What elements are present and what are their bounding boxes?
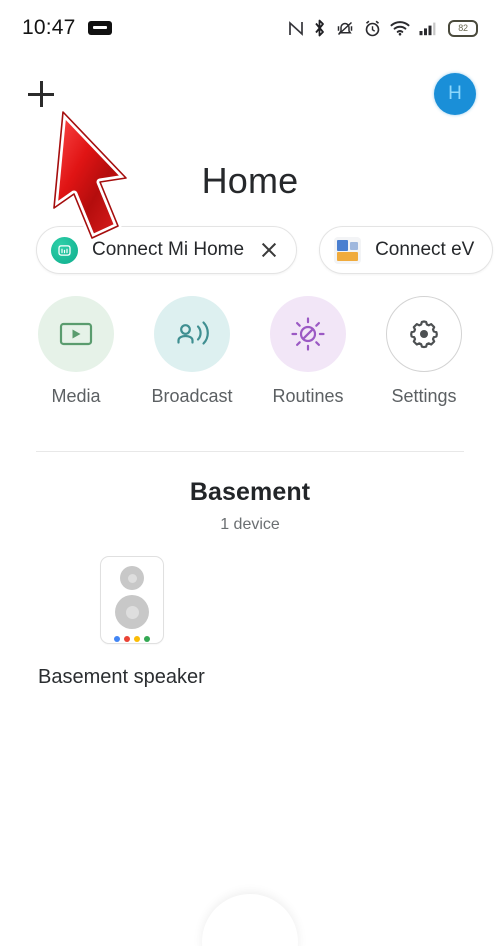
chip-connect-mi-home[interactable]: Connect Mi Home [36, 226, 298, 274]
room-device-count: 1 device [220, 516, 280, 533]
speaker-status-dots [114, 636, 150, 642]
battery-level-text: 82 [458, 23, 468, 33]
wifi-icon [390, 20, 410, 36]
status-bar-icons: 82 [288, 19, 478, 37]
section-divider [36, 451, 464, 452]
chip-label: Connect Mi Home [92, 239, 245, 260]
media-play-icon [38, 296, 114, 372]
avatar-initial: H [448, 83, 462, 104]
broadcast-icon [154, 296, 230, 372]
close-icon[interactable] [260, 241, 278, 259]
device-card[interactable]: Basement speaker [38, 556, 205, 689]
bluetooth-icon [313, 19, 326, 37]
quick-action-label: Broadcast [151, 386, 233, 406]
home-app-screen: 10:47 82 H Home Connect Mi Home Connect … [0, 0, 500, 946]
nfc-icon [288, 20, 304, 37]
signal-icon [419, 20, 439, 36]
smart-speaker-icon [100, 556, 164, 644]
app-top-bar: H [0, 62, 500, 126]
device-name: Basement speaker [38, 666, 205, 688]
status-bar: 10:47 82 [0, 0, 500, 56]
avatar[interactable]: H [434, 73, 476, 115]
gear-icon [386, 296, 462, 372]
chip-label: Connect eV [375, 239, 475, 260]
routines-sun-icon [270, 296, 346, 372]
quick-action-settings[interactable]: Settings [376, 296, 472, 407]
evvr-app-icon [334, 236, 362, 264]
chip-connect-evvr[interactable]: Connect eV [319, 226, 494, 274]
battery-icon: 82 [448, 19, 478, 37]
status-bar-clock: 10:47 [22, 16, 76, 39]
google-assistant-icon[interactable] [202, 894, 298, 946]
quick-actions-row: Media Broadcast Routines Settings [0, 296, 500, 407]
alarm-icon [364, 20, 381, 37]
quick-action-label: Settings [391, 386, 457, 406]
mi-home-icon [51, 236, 78, 264]
vibrate-mute-icon [335, 20, 355, 37]
suggestion-chips-row[interactable]: Connect Mi Home Connect eV [0, 224, 500, 276]
quick-action-media[interactable]: Media [28, 296, 124, 407]
room-title: Basement [189, 478, 311, 506]
screen-record-indicator-icon [87, 21, 112, 35]
page-title: Home [201, 160, 299, 201]
quick-action-routines[interactable]: Routines [260, 296, 356, 407]
quick-action-label: Routines [272, 386, 344, 406]
add-button[interactable] [24, 77, 58, 111]
quick-action-broadcast[interactable]: Broadcast [144, 296, 240, 407]
quick-action-label: Media [51, 386, 101, 406]
